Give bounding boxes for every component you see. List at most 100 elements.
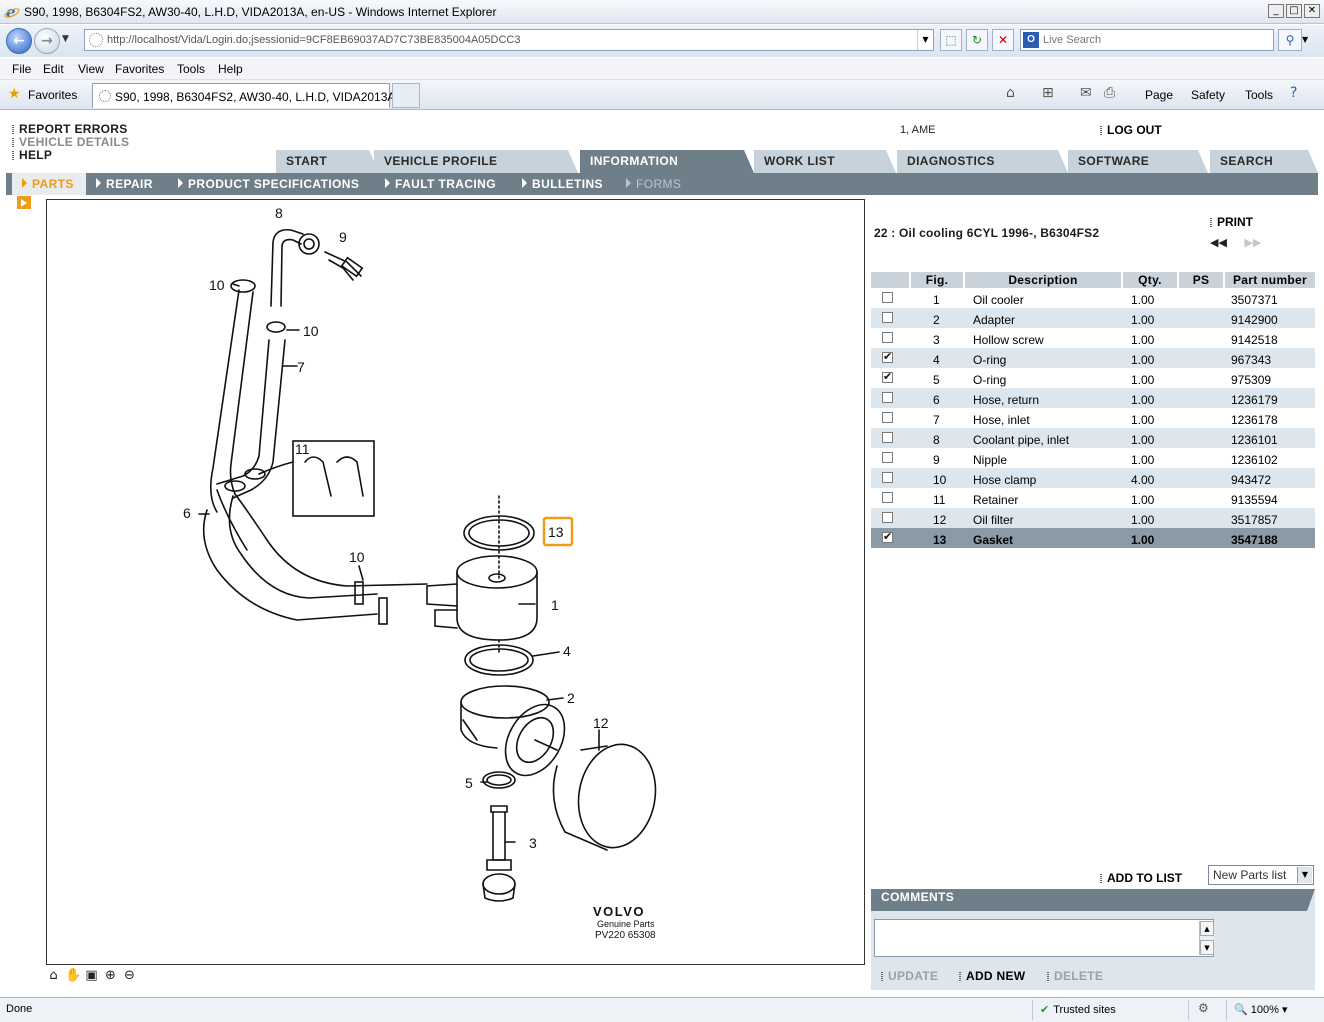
zoom-in-icon[interactable]: ⊕ [103,968,118,983]
table-row[interactable]: 1 Oil cooler 1.00 3507371 [871,288,1315,308]
row-checkbox[interactable] [882,412,893,423]
zoom-out-icon[interactable]: ⊖ [122,968,137,983]
minimize-button[interactable]: _ [1268,4,1284,18]
help-icon[interactable]: ? [1290,85,1297,101]
help-link[interactable]: HELP [12,148,52,162]
callout-12: 12 [593,715,609,731]
cell-fig: 8 [911,428,965,448]
row-checkbox[interactable] [882,350,893,363]
tab-vehicle-profile[interactable]: VEHICLE PROFILE [374,150,578,173]
dropdown-arrow-icon[interactable]: ▼ [1297,867,1312,883]
table-row[interactable]: 2 Adapter 1.00 9142900 [871,308,1315,328]
table-row[interactable]: 11 Retainer 1.00 9135594 [871,488,1315,508]
security-zone[interactable]: ✔ Trusted sites [1040,1003,1116,1016]
add-to-list-button[interactable]: ADD TO LIST [1100,871,1182,885]
mail-icon[interactable]: ✉ [1080,85,1092,101]
close-button[interactable]: ✕ [1304,4,1320,18]
table-row[interactable]: 10 Hose clamp 4.00 943472 [871,468,1315,488]
subnav-bulletins[interactable]: BULLETINS [522,177,603,191]
safety-menu[interactable]: Safety [1191,88,1225,102]
subnav-product-specifications[interactable]: PRODUCT SPECIFICATIONS [178,177,359,191]
tab-work-list[interactable]: WORK LIST [754,150,896,173]
pager: ◀◀ ▶▶ [1210,236,1261,249]
table-row[interactable]: 3 Hollow screw 1.00 9142518 [871,328,1315,348]
table-row[interactable]: 4O-ring1.00 967343 [871,348,1315,368]
row-checkbox[interactable] [882,530,893,543]
menu-favorites[interactable]: Favorites [115,62,164,76]
tab-search[interactable]: SEARCH [1210,150,1318,173]
pan-hand-icon[interactable]: ✋ [65,968,81,983]
table-row[interactable]: 8 Coolant pipe, inlet 1.00 1236101 [871,428,1315,448]
tab-start[interactable]: START [276,150,379,173]
tab-diagnostics[interactable]: DIAGNOSTICS [897,150,1068,173]
row-checkbox[interactable] [882,370,893,383]
row-checkbox[interactable] [882,392,893,403]
menu-view[interactable]: View [78,62,104,76]
browser-tab[interactable]: S90, 1998, B6304FS2, AW30-40, L.H.D, VID… [92,83,412,108]
table-row[interactable]: 5O-ring1.00 975309 [871,368,1315,388]
favorites-button[interactable]: Favorites [28,88,77,102]
fit-window-icon[interactable]: ▣ [84,968,99,983]
new-tab-button[interactable] [392,83,420,108]
subnav-fault-tracing[interactable]: FAULT TRACING [385,177,496,191]
scroll-down-icon[interactable]: ▼ [1200,940,1214,955]
vehicle-details-link[interactable]: VEHICLE DETAILS [12,135,129,149]
forward-button[interactable]: → [34,28,60,54]
menu-file[interactable]: File [12,62,31,76]
row-checkbox[interactable] [882,332,893,343]
print-button[interactable]: PRINT [1210,215,1253,229]
first-page-icon[interactable]: ◀◀ [1210,236,1227,249]
table-row[interactable]: 7 Hose, inlet 1.00 1236178 [871,408,1315,428]
row-checkbox[interactable] [882,472,893,483]
address-dropdown-icon[interactable]: ▼ [917,30,933,50]
row-checkbox[interactable] [882,492,893,503]
table-row[interactable]: 13Gasket1.00 3547188 [871,528,1315,548]
row-checkbox[interactable] [882,432,893,443]
parts-list-select[interactable]: New Parts list ▼ [1208,865,1314,885]
row-checkbox[interactable] [882,512,893,523]
row-checkbox[interactable] [882,452,893,463]
row-checkbox[interactable] [882,292,893,303]
search-options-dropdown-icon[interactable]: ▼ [1302,35,1308,44]
tab-information[interactable]: INFORMATION [580,150,754,173]
expand-panel-icon[interactable] [17,196,31,209]
feeds-icon[interactable]: ⊞ [1042,85,1054,101]
home-icon[interactable]: ⌂ [1006,85,1015,101]
subnav-parts[interactable]: PARTS [22,177,74,191]
compatibility-view-icon[interactable]: ⬚ [940,29,962,51]
comment-scrollbar[interactable]: ▲ ▼ [1199,921,1214,955]
page-menu[interactable]: Page [1145,88,1173,102]
add-new-button[interactable]: ADD NEW [959,969,1025,983]
back-button[interactable]: ← [6,28,32,54]
address-field[interactable]: http://localhost/Vida/Login.do;jsessioni… [84,29,934,51]
recent-pages-chevron-icon[interactable]: ▼ [62,34,69,44]
parts-diagram[interactable]: 8 9 10 10 7 11 6 10 1 4 2 12 5 3 13 VOLV… [46,199,865,965]
zoom-level[interactable]: 🔍 100% ▾ [1234,1003,1287,1016]
search-input[interactable]: O Live Search [1020,29,1274,51]
subnav-repair[interactable]: REPAIR [96,177,153,191]
scroll-up-icon[interactable]: ▲ [1200,921,1214,936]
report-errors-link[interactable]: REPORT ERRORS [12,122,128,136]
stop-icon[interactable]: ✕ [992,29,1014,51]
tab-software[interactable]: SOFTWARE [1068,150,1208,173]
table-row[interactable]: 6 Hose, return 1.00 1236179 [871,388,1315,408]
home-view-icon[interactable]: ⌂ [46,968,61,983]
comment-textarea[interactable]: ▲ ▼ [874,919,1214,957]
menu-help[interactable]: Help [218,62,243,76]
cell-fig: 12 [911,508,965,528]
cell-description: Gasket [965,528,1123,548]
maximize-button[interactable]: □ [1286,4,1302,18]
row-checkbox[interactable] [882,312,893,323]
trusted-check-icon: ✔ [1040,1003,1050,1016]
menu-edit[interactable]: Edit [43,62,64,76]
print-icon[interactable]: ⎙ [1104,85,1115,101]
refresh-icon[interactable]: ↻ [966,29,988,51]
menu-tools[interactable]: Tools [177,62,205,76]
favorites-star-icon[interactable]: ★ [8,86,21,102]
tools-menu[interactable]: Tools [1245,88,1273,102]
table-row[interactable]: 9 Nipple 1.00 1236102 [871,448,1315,468]
protected-mode-icon[interactable]: ⚙ [1198,1001,1209,1015]
logout-link[interactable]: LOG OUT [1100,123,1162,137]
search-icon[interactable]: ⚲ [1278,29,1302,51]
table-row[interactable]: 12 Oil filter 1.00 3517857 [871,508,1315,528]
